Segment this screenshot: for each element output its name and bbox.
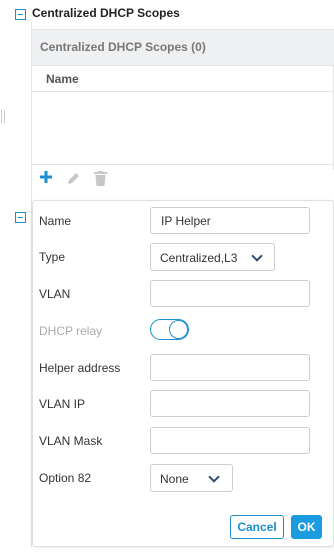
name-input-value: IP Helper xyxy=(161,214,211,228)
edge-handle-mark xyxy=(4,110,5,123)
vlan-ip-input[interactable] xyxy=(150,390,310,417)
cancel-button[interactable]: Cancel xyxy=(230,515,284,539)
table-bottom-border xyxy=(32,164,334,165)
pencil-icon[interactable] xyxy=(66,171,81,190)
helper-address-label: Helper address xyxy=(39,361,121,375)
scopes-panel-header: Centralized DHCP Scopes (0) xyxy=(32,29,334,66)
vlan-ip-label: VLAN IP xyxy=(39,397,86,411)
toggle-knob xyxy=(169,320,188,339)
chevron-down-icon xyxy=(251,250,263,262)
collapse-section-icon[interactable] xyxy=(15,9,26,20)
table-header: Name xyxy=(32,65,334,92)
vlan-label: VLAN xyxy=(39,287,71,301)
column-header-name[interactable]: Name xyxy=(46,72,79,86)
type-label: Type xyxy=(39,250,66,264)
vlan-input[interactable] xyxy=(150,280,310,307)
chevron-down-icon xyxy=(208,471,220,483)
option82-label: Option 82 xyxy=(39,471,92,485)
plus-icon[interactable] xyxy=(39,170,53,188)
type-select-value: Centralized,L3 xyxy=(160,251,238,265)
name-input[interactable]: IP Helper xyxy=(150,207,310,234)
trash-icon[interactable] xyxy=(94,171,107,190)
ok-button[interactable]: OK xyxy=(291,515,322,539)
edge-handle-mark xyxy=(1,110,2,123)
type-select[interactable]: Centralized,L3 xyxy=(150,243,275,271)
vlan-mask-label: VLAN Mask xyxy=(39,434,103,448)
dhcp-relay-toggle[interactable] xyxy=(150,319,189,340)
option82-select[interactable]: None xyxy=(150,464,233,492)
helper-address-input[interactable] xyxy=(150,354,310,381)
scopes-panel-title: Centralized DHCP Scopes (0) xyxy=(40,40,206,54)
dhcp-relay-label: DHCP relay xyxy=(39,324,103,338)
section-title: Centralized DHCP Scopes xyxy=(32,6,180,20)
option82-select-value: None xyxy=(160,472,189,486)
vlan-mask-input[interactable] xyxy=(150,427,310,454)
collapse-form-icon[interactable] xyxy=(15,212,26,223)
name-label: Name xyxy=(39,214,72,228)
